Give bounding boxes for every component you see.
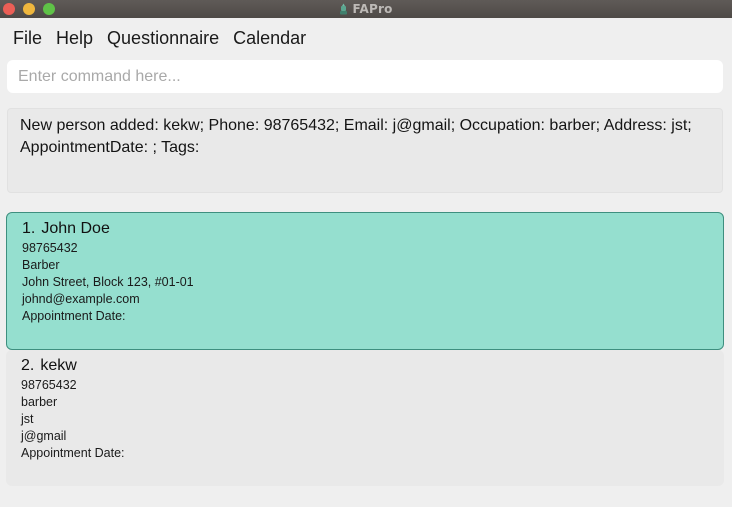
person-index: 2. [21,357,35,374]
menu-file[interactable]: File [0,22,49,54]
person-phone: 98765432 [22,241,78,255]
person-name: kekw [40,357,77,374]
result-display: New person added: kekw; Phone: 98765432;… [7,108,723,193]
person-name: John Doe [41,220,110,237]
title-wrap: FAPro [0,0,732,18]
title-bar: FAPro [0,0,732,18]
command-input[interactable] [7,60,723,93]
menu-calendar[interactable]: Calendar [226,22,313,54]
person-list[interactable]: 1. John Doe 98765432 Barber John Street, … [6,212,724,486]
person-card[interactable]: 1. John Doe 98765432 Barber John Street, … [6,212,724,350]
menu-questionnaire[interactable]: Questionnaire [100,22,226,54]
menu-help[interactable]: Help [49,22,100,54]
person-card[interactable]: 2. kekw 98765432 barber jst j@gmail Appoi… [6,350,724,486]
window-title: FAPro [352,2,393,16]
person-address: jst [21,412,34,426]
person-phone: 98765432 [21,378,77,392]
person-card-title: 2. kekw [21,356,709,376]
person-appointment: Appointment Date: [21,446,125,460]
person-email: johnd@example.com [22,292,140,306]
person-occupation: barber [21,395,58,409]
app-icon [340,3,348,15]
person-email: j@gmail [21,429,67,443]
person-appointment: Appointment Date: [22,309,126,323]
person-index: 1. [22,220,36,237]
person-occupation: Barber [22,258,60,272]
menu-bar: File Help Questionnaire Calendar [0,22,732,54]
person-card-title: 1. John Doe [22,219,708,239]
person-address: John Street, Block 123, #01-01 [22,275,194,289]
